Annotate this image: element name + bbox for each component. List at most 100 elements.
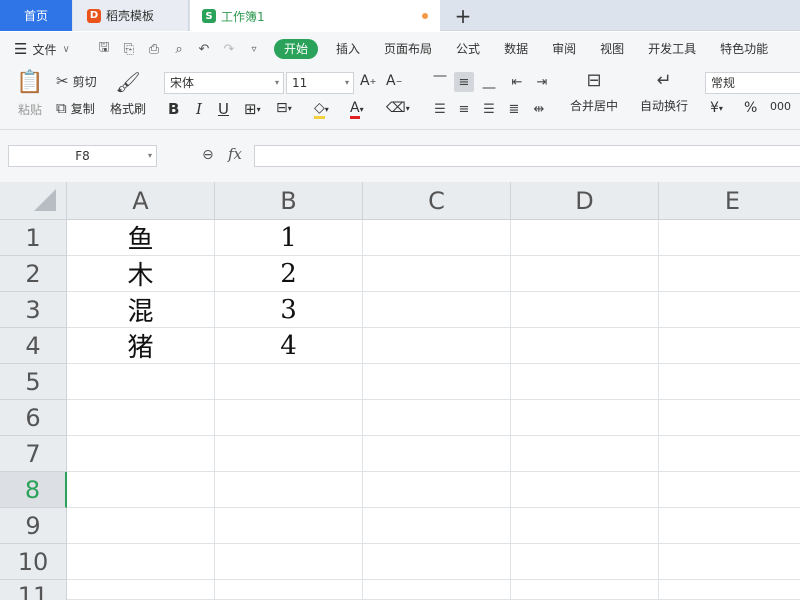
row-header-2[interactable]: 2 bbox=[0, 256, 67, 292]
row-header-6[interactable]: 6 bbox=[0, 400, 67, 436]
cell-a9[interactable] bbox=[67, 508, 215, 544]
merge-center-button[interactable]: ⊟ 合并居中 bbox=[570, 70, 618, 114]
file-menu[interactable]: ☰ 文件 ∨ bbox=[0, 40, 92, 58]
cell-a11[interactable] bbox=[67, 580, 215, 600]
cell-b6[interactable] bbox=[215, 400, 363, 436]
align-left-icon[interactable]: ☰ bbox=[430, 99, 450, 119]
cell-a2[interactable]: 木 bbox=[67, 256, 215, 292]
cell-e2[interactable] bbox=[659, 256, 800, 292]
thousands-separator-icon[interactable]: 000 bbox=[770, 100, 791, 113]
cell-b2[interactable]: 2 bbox=[215, 256, 363, 292]
cell-d8[interactable] bbox=[511, 472, 659, 508]
save-icon[interactable]: 🖫 bbox=[96, 38, 112, 60]
increase-font-icon[interactable]: A + bbox=[360, 73, 376, 89]
italic-icon[interactable]: I bbox=[196, 100, 202, 118]
align-top-icon[interactable]: ⎺ bbox=[430, 72, 450, 92]
format-painter-button[interactable]: 🖌 格式刷 bbox=[110, 70, 146, 117]
increase-indent-icon[interactable]: ⇥ bbox=[532, 72, 552, 92]
align-center-icon[interactable]: ≡ bbox=[454, 99, 474, 119]
column-header-d[interactable]: D bbox=[511, 182, 659, 220]
print-icon[interactable]: ⎙ bbox=[146, 42, 162, 57]
cell-c2[interactable] bbox=[363, 256, 511, 292]
cell-d11[interactable] bbox=[511, 580, 659, 600]
cell-b9[interactable] bbox=[215, 508, 363, 544]
decrease-indent-icon[interactable]: ⇤ bbox=[507, 72, 527, 92]
cell-b1[interactable]: 1 bbox=[215, 220, 363, 256]
cell-d2[interactable] bbox=[511, 256, 659, 292]
cell-c11[interactable] bbox=[363, 580, 511, 600]
clear-format-icon[interactable]: ⌫ ▾ bbox=[386, 100, 410, 116]
cell-c7[interactable] bbox=[363, 436, 511, 472]
cell-c10[interactable] bbox=[363, 544, 511, 580]
tab-workbook[interactable]: S 工作簿1 bbox=[190, 0, 440, 32]
cell-b4[interactable]: 4 bbox=[215, 328, 363, 364]
underline-icon[interactable]: U bbox=[218, 100, 229, 118]
row-header-7[interactable]: 7 bbox=[0, 436, 67, 472]
cut-button[interactable]: ✂ 剪切 bbox=[56, 72, 97, 90]
ribbon-tab-home[interactable]: 开始 bbox=[274, 39, 319, 59]
cell-a3[interactable]: 混 bbox=[67, 292, 215, 328]
cell-a8[interactable] bbox=[67, 472, 215, 508]
align-bottom-icon[interactable]: ⎽ bbox=[479, 72, 499, 92]
cell-e6[interactable] bbox=[659, 400, 800, 436]
ribbon-tab-features[interactable]: 特色功能 bbox=[708, 39, 780, 59]
align-middle-icon[interactable]: ≡ bbox=[454, 72, 474, 92]
ribbon-tab-data[interactable]: 数据 bbox=[492, 39, 540, 59]
align-right-icon[interactable]: ☰ bbox=[479, 99, 499, 119]
column-header-c[interactable]: C bbox=[363, 182, 511, 220]
cell-a10[interactable] bbox=[67, 544, 215, 580]
name-box[interactable]: F8 ▾ bbox=[8, 145, 157, 167]
cell-style-icon[interactable]: ⊟ ▾ bbox=[276, 100, 292, 116]
cell-e5[interactable] bbox=[659, 364, 800, 400]
row-header-10[interactable]: 10 bbox=[0, 544, 67, 580]
row-header-5[interactable]: 5 bbox=[0, 364, 67, 400]
undo-icon[interactable]: ↶ bbox=[196, 42, 212, 57]
fill-color-icon[interactable]: ◇ ▾ bbox=[314, 100, 329, 119]
print-preview-icon[interactable]: ⌕ bbox=[171, 42, 187, 57]
export-pdf-icon[interactable]: ⎘ bbox=[121, 42, 137, 57]
cell-b11[interactable] bbox=[215, 580, 363, 600]
row-header-4[interactable]: 4 bbox=[0, 328, 67, 364]
cell-b10[interactable] bbox=[215, 544, 363, 580]
bold-icon[interactable]: B bbox=[168, 100, 179, 118]
wrap-text-button[interactable]: ↵ 自动换行 bbox=[640, 70, 688, 114]
column-header-e[interactable]: E bbox=[659, 182, 800, 220]
ribbon-tab-insert[interactable]: 插入 bbox=[324, 39, 372, 59]
cell-e10[interactable] bbox=[659, 544, 800, 580]
cell-c1[interactable] bbox=[363, 220, 511, 256]
column-header-a[interactable]: A bbox=[67, 182, 215, 220]
cell-b3[interactable]: 3 bbox=[215, 292, 363, 328]
cell-b8[interactable] bbox=[215, 472, 363, 508]
formula-input[interactable] bbox=[254, 145, 800, 167]
select-all-corner[interactable] bbox=[0, 182, 67, 220]
cell-d9[interactable] bbox=[511, 508, 659, 544]
row-header-1[interactable]: 1 bbox=[0, 220, 67, 256]
font-color-icon[interactable]: A ▾ bbox=[350, 100, 364, 119]
ribbon-tab-page-layout[interactable]: 页面布局 bbox=[372, 39, 444, 59]
tab-home[interactable]: 首页 bbox=[0, 0, 72, 31]
cell-e9[interactable] bbox=[659, 508, 800, 544]
customize-toolbar-icon[interactable]: ▿ bbox=[246, 44, 262, 55]
number-format-select[interactable]: 常规 bbox=[705, 72, 800, 94]
cell-e11[interactable] bbox=[659, 580, 800, 600]
ribbon-tab-review[interactable]: 审阅 bbox=[540, 39, 588, 59]
cell-a7[interactable] bbox=[67, 436, 215, 472]
row-header-11[interactable]: 11 bbox=[0, 580, 67, 600]
font-size-select[interactable]: 11 ▾ bbox=[286, 72, 354, 94]
copy-button[interactable]: ⧉ 复制 bbox=[56, 99, 95, 117]
currency-icon[interactable]: ¥ ▾ bbox=[710, 100, 723, 116]
row-header-8[interactable]: 8 bbox=[0, 472, 67, 508]
percent-icon[interactable]: % bbox=[744, 100, 757, 116]
cell-e4[interactable] bbox=[659, 328, 800, 364]
ribbon-tab-developer[interactable]: 开发工具 bbox=[636, 39, 708, 59]
tab-template[interactable]: D 稻壳模板 bbox=[73, 0, 189, 31]
cell-d7[interactable] bbox=[511, 436, 659, 472]
cell-d6[interactable] bbox=[511, 400, 659, 436]
zoom-icon[interactable]: ⊖ bbox=[202, 147, 214, 163]
ribbon-tab-formulas[interactable]: 公式 bbox=[444, 39, 492, 59]
row-header-9[interactable]: 9 bbox=[0, 508, 67, 544]
decrease-font-icon[interactable]: A − bbox=[386, 73, 402, 89]
distributed-icon[interactable]: ⇹ bbox=[529, 99, 549, 119]
redo-icon[interactable]: ↷ bbox=[221, 42, 237, 57]
row-header-3[interactable]: 3 bbox=[0, 292, 67, 328]
